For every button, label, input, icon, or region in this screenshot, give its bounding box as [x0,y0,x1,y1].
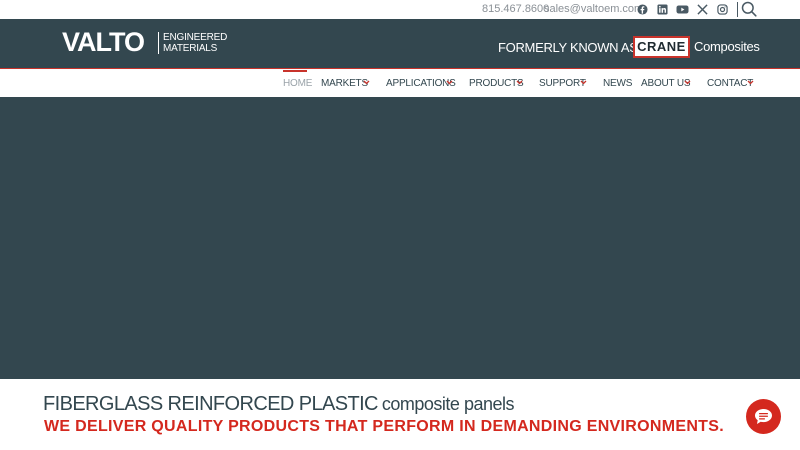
linkedin-icon[interactable] [657,4,668,15]
nav-markets[interactable]: MARKETS [321,70,371,97]
tagline-secondary: composite panels [381,394,515,414]
nav-support[interactable]: SUPPORT [539,70,588,97]
nav-home-label: HOME [283,78,313,89]
logo-sub-line1: ENGINEERED [163,32,228,43]
nav-about-us[interactable]: ABOUT US [641,70,693,97]
hero-banner [0,97,800,379]
tagline-main: FIBERGLASS REINFORCED PLASTIC [43,393,379,415]
logo-wordmark: VALTO [62,27,145,57]
tagline-subhead: WE DELIVER QUALITY PRODUCTS THAT PERFORM… [44,418,724,435]
formerly-known-as: FORMERLY KNOWN AS [498,40,638,55]
instagram-icon[interactable] [717,4,728,15]
nav-contact[interactable]: CONTACT [707,70,755,97]
crane-badge: CRANE [633,36,690,58]
chevron-down-icon [516,80,523,85]
crane-label: CRANE [637,39,686,54]
nav-markets-label: MARKETS [321,78,368,89]
email-link[interactable]: sales@valtoem.com [544,3,643,15]
logo-sub-line2: MATERIALS [163,43,218,54]
brand-header: VALTO ENGINEERED MATERIALS FORMERLY KNOW… [0,19,800,69]
chevron-down-icon [446,80,453,85]
main-nav: HOME MARKETS APPLICATIONS PRODUCTS SUPPO… [0,70,800,97]
chevron-down-icon [363,80,370,85]
nav-products[interactable]: PRODUCTS [469,70,524,97]
composites-label: Composites [694,39,760,54]
nav-about-us-label: ABOUT US [641,78,691,89]
facebook-icon[interactable] [637,4,648,15]
tagline-section: FIBERGLASS REINFORCED PLASTIC composite p… [0,379,800,450]
chat-button[interactable] [746,399,781,434]
search-icon[interactable] [741,1,757,17]
phone-link[interactable]: 815.467.8600 [482,3,549,15]
nav-home[interactable]: HOME [283,70,312,97]
utility-bar: 815.467.8600 sales@valtoem.com [0,0,800,19]
utility-divider [737,2,738,17]
chat-bubble-icon [755,409,772,424]
nav-news[interactable]: NEWS [603,70,632,97]
tagline-headline: FIBERGLASS REINFORCED PLASTIC composite p… [43,393,515,416]
chevron-down-icon [580,80,587,85]
nav-news-label: NEWS [603,78,633,89]
nav-applications[interactable]: APPLICATIONS [386,70,456,97]
logo-divider [158,32,159,54]
chevron-down-icon [747,80,754,85]
x-icon[interactable] [697,4,708,15]
nav-support-label: SUPPORT [539,78,586,89]
youtube-icon[interactable] [676,4,689,15]
chevron-down-icon [684,80,691,85]
